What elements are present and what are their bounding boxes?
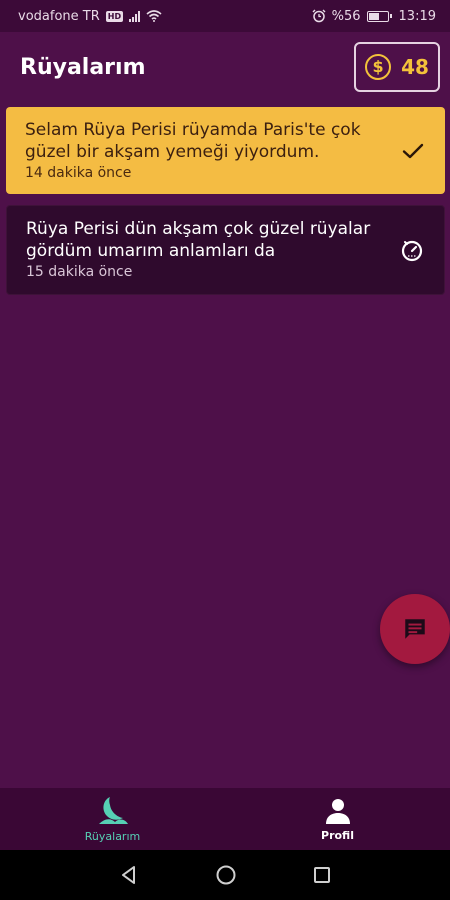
person-icon: [325, 798, 350, 824]
nav-label-profile: Profil: [321, 828, 354, 842]
nav-item-profile[interactable]: Profil: [225, 788, 450, 850]
battery-percent: %56: [331, 8, 361, 24]
status-bar: vodafone TR HD %56 13:19: [0, 0, 450, 32]
dream-time: 15 dakika önce: [26, 264, 133, 280]
new-dream-button[interactable]: [380, 594, 450, 664]
moon-icon: [98, 796, 128, 824]
recents-icon[interactable]: [312, 865, 332, 885]
dream-card[interactable]: Rüya Perisi dün akşam çok güzel rüyalar …: [6, 205, 445, 295]
app-header: Rüyalarım $ 48: [0, 32, 450, 102]
coin-balance-button[interactable]: $ 48: [354, 42, 440, 92]
alarm-icon: [312, 9, 326, 23]
hd-badge: HD: [105, 10, 124, 22]
home-icon[interactable]: [215, 864, 237, 886]
battery-icon: [366, 10, 392, 22]
status-right: %56 13:19: [312, 9, 436, 24]
status-left: vodafone TR HD: [18, 9, 162, 24]
timer-icon: [401, 240, 423, 262]
checkmark-icon: [402, 143, 424, 158]
signal-icon: [129, 10, 141, 22]
dream-list: Selam Rüya Perisi rüyamda Paris'te çok g…: [6, 107, 445, 295]
system-nav-bar: [0, 850, 450, 900]
back-icon[interactable]: [118, 864, 140, 886]
bottom-nav: Rüyalarım Profil: [0, 788, 450, 850]
nav-item-dreams[interactable]: Rüyalarım: [0, 788, 225, 850]
dream-text: Rüya Perisi dün akşam çok güzel rüyalar …: [26, 219, 371, 261]
coin-count: 48: [401, 55, 429, 79]
dream-time: 14 dakika önce: [25, 165, 132, 181]
clock: 13:19: [398, 8, 436, 24]
dream-card[interactable]: Selam Rüya Perisi rüyamda Paris'te çok g…: [6, 107, 445, 194]
coin-icon: $: [365, 54, 392, 80]
nav-label-dreams: Rüyalarım: [84, 829, 141, 843]
page-title: Rüyalarım: [20, 54, 146, 80]
dream-text: Selam Rüya Perisi rüyamda Paris'te çok g…: [25, 120, 361, 162]
chat-icon: [405, 619, 425, 639]
wifi-icon: [146, 10, 162, 22]
carrier-label: vodafone TR: [18, 8, 100, 24]
